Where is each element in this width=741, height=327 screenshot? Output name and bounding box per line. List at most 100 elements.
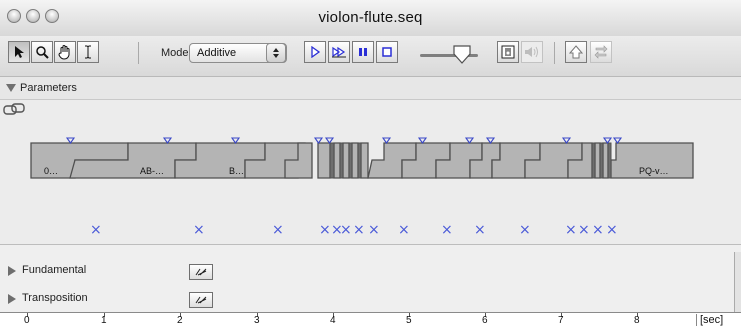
parameters-row[interactable]: Parameters (0, 77, 741, 100)
segment-marker-triangle[interactable] (602, 137, 613, 144)
event-marker[interactable]: × (578, 222, 590, 238)
segment-marker-triangle[interactable] (230, 137, 241, 144)
segment-marker-triangle[interactable] (612, 137, 623, 144)
event-marker[interactable]: × (319, 222, 331, 238)
slider-thumb-icon (453, 45, 471, 64)
ruler-label: 7 (558, 315, 564, 326)
toolbar: Mode Additive (0, 36, 741, 77)
disclosure-down-icon (6, 84, 16, 92)
parameter-tracks: Fundamental Transposition (0, 244, 741, 313)
segment-marker-triangle[interactable] (464, 137, 475, 144)
disclosure-right-icon[interactable] (8, 266, 16, 276)
segment-label: 0… (44, 166, 58, 176)
segment-marker-triangle[interactable] (561, 137, 572, 144)
segment-marker-triangle[interactable] (324, 137, 335, 144)
mode-select-value: Additive (197, 47, 237, 59)
ruler-label: 6 (482, 315, 488, 326)
overlap-shade (329, 142, 335, 179)
up-down-arrows-icon (266, 43, 286, 63)
segment-label: PQ-v… (639, 166, 669, 176)
event-marker[interactable]: × (368, 222, 380, 238)
volume-slider-thumb[interactable] (452, 44, 472, 66)
ruler-label: 5 (406, 315, 412, 326)
sequence-segment[interactable] (594, 142, 601, 179)
ruler-label: 3 (254, 315, 260, 326)
event-marker[interactable]: × (592, 222, 604, 238)
event-marker[interactable]: × (193, 222, 205, 238)
ruler-label: 4 (330, 315, 336, 326)
segment-marker-triangle[interactable] (417, 137, 428, 144)
overlap-shade (591, 142, 596, 179)
ruler-label: 0 (24, 315, 30, 326)
speaker-output-button[interactable] (497, 41, 519, 63)
parameters-label: Parameters (20, 82, 77, 94)
track-label: Fundamental (22, 264, 87, 276)
event-marker[interactable]: × (474, 222, 486, 238)
overlap-shade (339, 142, 344, 179)
text-cursor-icon (85, 45, 91, 59)
title-bar: violon-flute.seq (0, 0, 741, 37)
segment-marker-triangle[interactable] (162, 137, 173, 144)
event-marker[interactable]: × (272, 222, 284, 238)
sequence-segment[interactable] (351, 142, 359, 179)
overlap-shade (357, 142, 362, 179)
segment-marker-triangle[interactable] (381, 137, 392, 144)
time-ruler[interactable]: 0 1 2 3 4 5 6 7 8 [sec] (0, 312, 741, 327)
sequence-segment[interactable] (317, 142, 331, 179)
merge-button[interactable] (590, 41, 612, 63)
ruler-unit-label: [sec] (696, 314, 723, 326)
curve-icon (195, 268, 207, 276)
event-marker[interactable]: × (353, 222, 365, 238)
play-button[interactable] (304, 41, 326, 63)
sequence-segment[interactable] (342, 142, 350, 179)
ruler-label: 1 (101, 315, 107, 326)
pause-button[interactable] (352, 41, 374, 63)
event-marker[interactable]: × (340, 222, 352, 238)
event-marker[interactable]: × (606, 222, 618, 238)
segment-marker-triangle[interactable] (485, 137, 496, 144)
event-marker[interactable]: × (519, 222, 531, 238)
event-marker[interactable]: × (441, 222, 453, 238)
event-marker[interactable]: × (90, 222, 102, 238)
track-label: Transposition (22, 292, 88, 304)
app-window: violon-flute.seq Mode Additive Parameter… (0, 0, 741, 327)
volume-button[interactable] (521, 41, 543, 63)
sequence-segment[interactable] (333, 142, 341, 179)
event-marker[interactable]: × (565, 222, 577, 238)
sequence-segment[interactable] (360, 142, 369, 179)
segment-label: AB-… (140, 166, 164, 176)
segment-marker-triangle[interactable] (313, 137, 324, 144)
zoom-tool-button[interactable] (31, 41, 53, 63)
stop-button[interactable] (376, 41, 398, 63)
link-chain-icon[interactable] (3, 103, 25, 115)
toolbar-separator (138, 42, 139, 64)
track-curve-button[interactable] (189, 292, 213, 308)
play-icon (311, 46, 321, 58)
volume-icon (525, 46, 538, 58)
hand-tool-button[interactable] (54, 41, 76, 63)
track-curve-button[interactable] (189, 264, 213, 280)
up-arrow-icon (569, 45, 583, 59)
up-button[interactable] (565, 41, 587, 63)
overlap-shade (607, 142, 612, 179)
pause-icon (359, 48, 367, 56)
vertical-scrollbar[interactable] (734, 252, 741, 312)
arrow-tool-button[interactable] (8, 41, 30, 63)
overlap-shade (348, 142, 353, 179)
disclosure-right-icon[interactable] (8, 294, 16, 304)
window-title: violon-flute.seq (318, 9, 423, 26)
event-marker[interactable]: × (398, 222, 410, 238)
sequence-segment[interactable] (602, 142, 609, 179)
play-sections-icon (332, 46, 346, 58)
segment-marker-triangle[interactable] (65, 137, 76, 144)
mode-select[interactable]: Additive (189, 43, 287, 63)
sequence-graphic[interactable]: 0… AB-… B… PQ-v… × × × × × × × × × × × ×… (0, 100, 741, 243)
text-cursor-tool-button[interactable] (77, 41, 99, 63)
curve-icon (195, 296, 207, 304)
segment-label: B… (229, 166, 244, 176)
arrow-pointer-icon (15, 46, 24, 58)
hand-icon (58, 45, 70, 60)
ruler-label: 2 (177, 315, 183, 326)
merge-icon (594, 45, 608, 59)
play-sections-button[interactable] (328, 41, 350, 63)
